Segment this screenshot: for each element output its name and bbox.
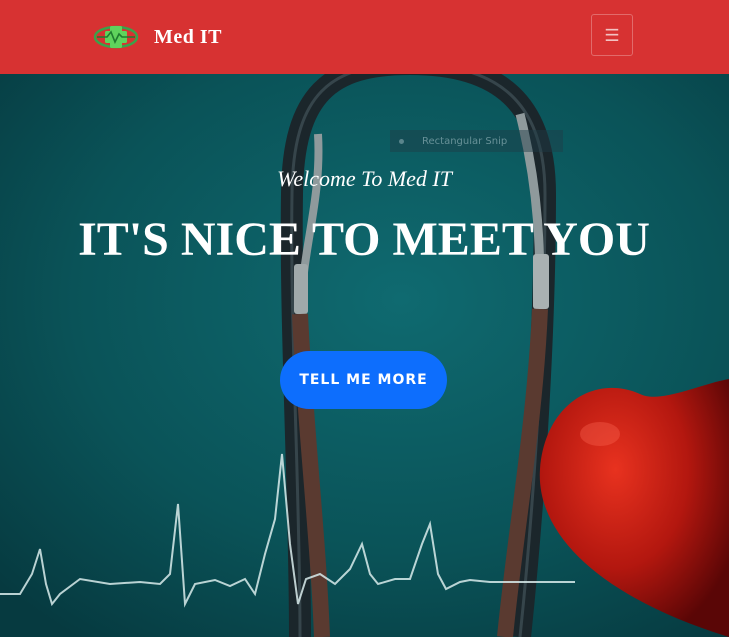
tell-me-more-button[interactable]: TELL ME MORE [280,351,447,409]
medical-cross-heartbeat-icon [93,25,139,49]
snip-label: Rectangular Snip [422,135,508,147]
snip-dot-icon [399,138,404,144]
welcome-subheading: Welcome To Med IT [277,166,452,191]
hamburger-menu-icon: ☰ [604,25,620,45]
brand-link[interactable]: Med IT [93,20,222,54]
page: Med IT ☰ Rectangular Snip Welcome To Med… [0,0,729,637]
rectangular-snip-overlay: Rectangular Snip [390,130,563,152]
hero-headline: IT'S NICE TO MEET YOU [78,213,650,266]
navbar: Med IT ☰ [0,0,729,74]
hero-section: Rectangular Snip Welcome To Med IT IT'S … [0,74,729,637]
brand-name: Med IT [154,25,222,48]
menu-toggle-button[interactable]: ☰ [591,14,633,56]
